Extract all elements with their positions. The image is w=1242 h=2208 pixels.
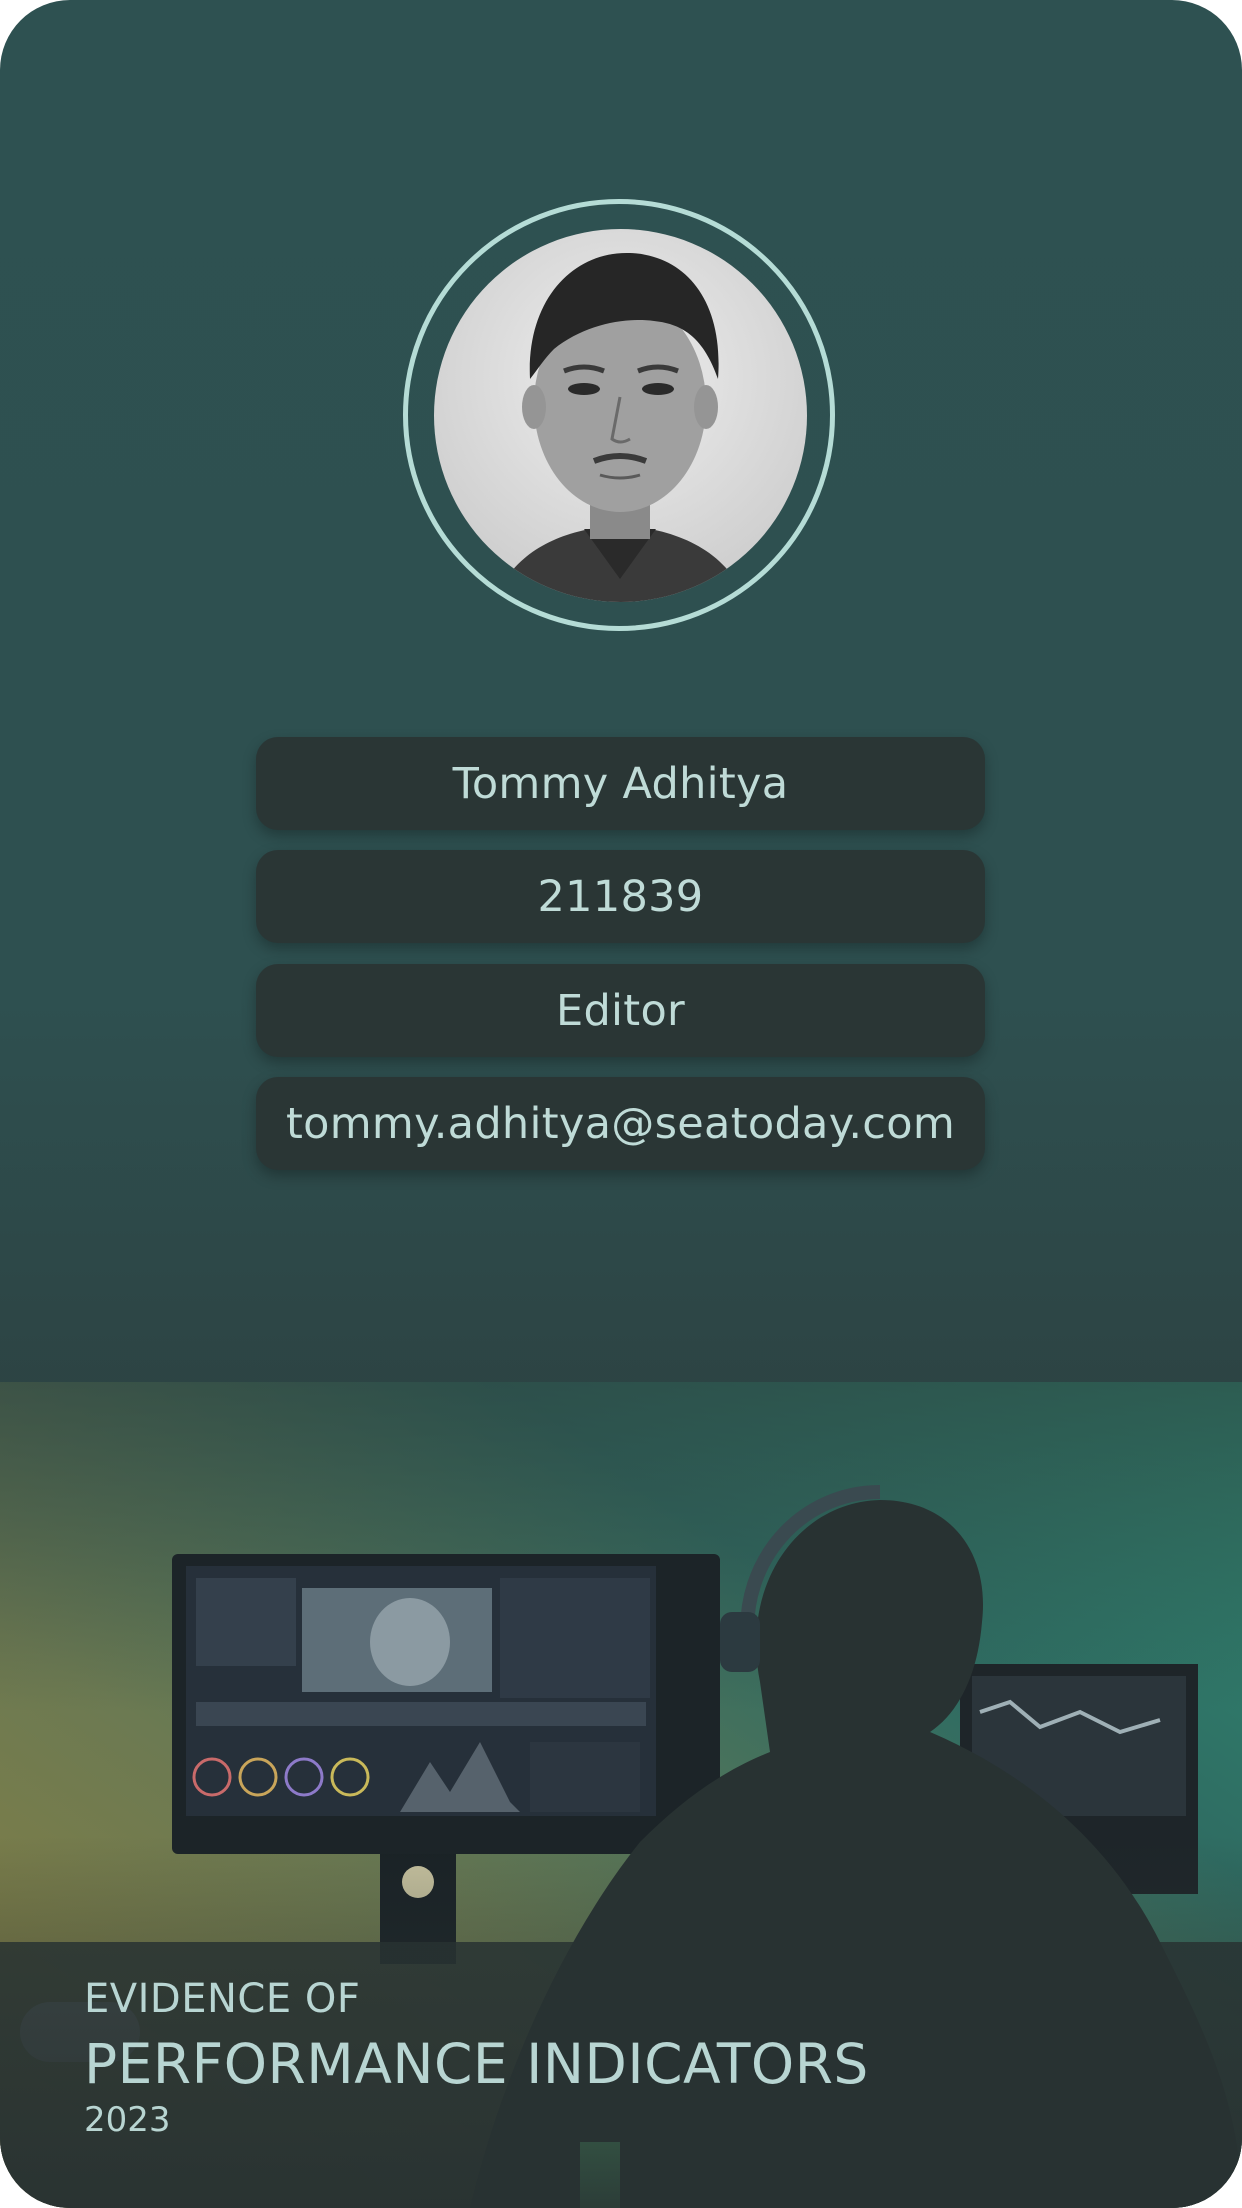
email-field[interactable]: tommy.adhitya@seatoday.com — [256, 1077, 985, 1170]
avatar-photo — [434, 229, 807, 602]
role-field: Editor — [256, 964, 985, 1057]
banner-year: 2023 — [84, 2100, 171, 2140]
id-field: 211839 — [256, 850, 985, 943]
name-text: Tommy Adhitya — [452, 758, 789, 809]
banner-line1: EVIDENCE OF — [84, 1976, 361, 2022]
email-text[interactable]: tommy.adhitya@seatoday.com — [286, 1099, 955, 1149]
id-text: 211839 — [537, 871, 704, 922]
banner-title: PERFORMANCE INDICATORS — [84, 2032, 869, 2096]
name-field: Tommy Adhitya — [256, 737, 985, 830]
avatar — [434, 229, 807, 602]
role-text: Editor — [555, 985, 686, 1036]
profile-card: Tommy Adhitya 211839 Editor tommy.adhity… — [0, 0, 1242, 2208]
